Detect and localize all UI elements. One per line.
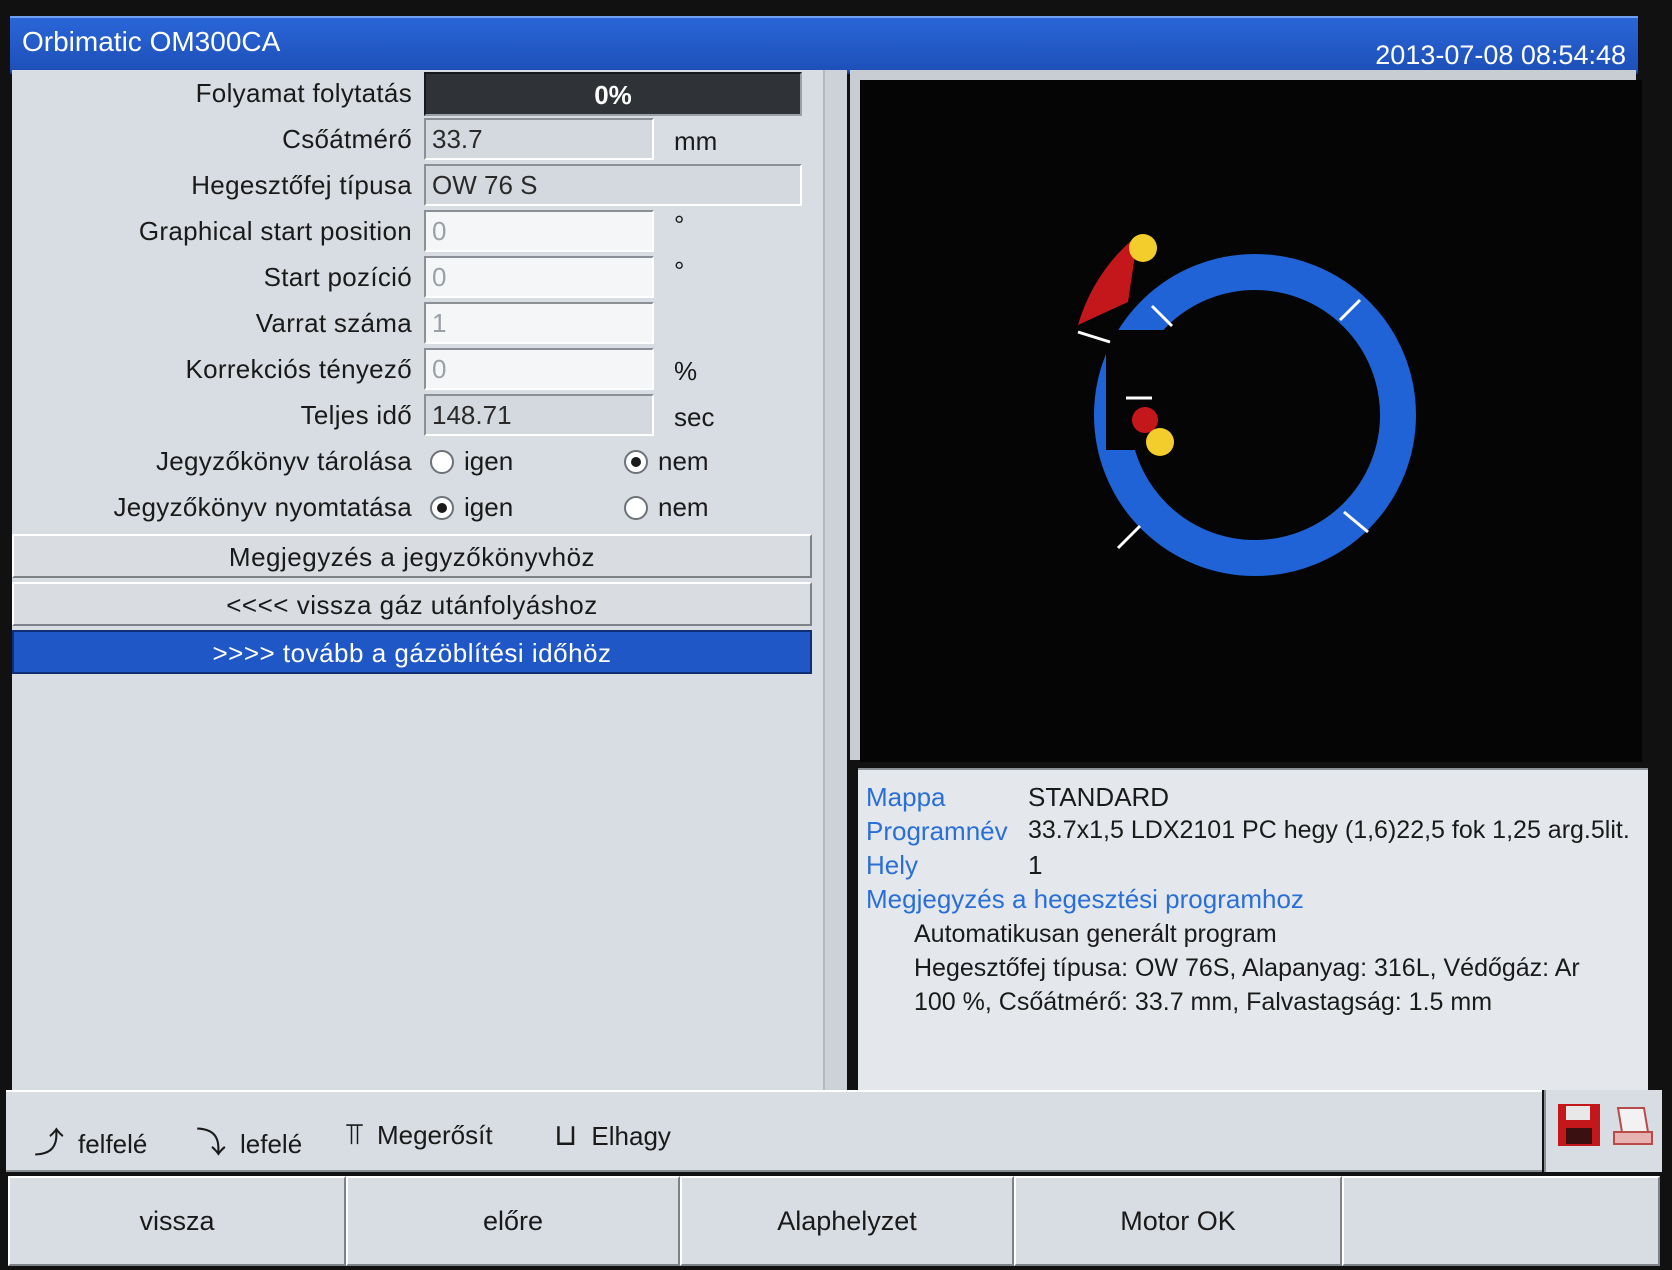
correction-row: Korrekciós tényező 0 %	[12, 348, 812, 394]
datetime: 2013-07-08 08:54:48	[1375, 40, 1626, 70]
program-note-label: Megjegyzés a hegesztési programhoz	[866, 884, 1304, 914]
hint-up-label: felfelé	[78, 1129, 148, 1159]
total-time-unit: sec	[674, 402, 715, 432]
program-name-label: Programnév	[866, 816, 1008, 846]
print-protocol-row: Jegyzőkönyv nyomtatása igen nem	[12, 486, 812, 532]
progress-bar: 0%	[424, 72, 802, 116]
place-value: 1	[1028, 850, 1043, 880]
graphical-start-input[interactable]: 0	[424, 210, 654, 252]
store-protocol-no-label: nem	[658, 446, 709, 476]
graphical-start-label: Graphical start position	[138, 216, 412, 246]
print-icon[interactable]	[1610, 1102, 1656, 1148]
end-marker-icon	[1146, 428, 1174, 456]
segment-tick	[1077, 330, 1111, 344]
store-protocol-label: Jegyzőkönyv tárolása	[155, 446, 412, 476]
key-hint-bar: ⤴ felfelé ⤵ lefelé ⫪ Megerősít ⊔ Elhagy	[6, 1090, 1542, 1172]
print-protocol-yes-label: igen	[464, 492, 514, 522]
save-icon[interactable]	[1556, 1102, 1602, 1148]
print-protocol-label: Jegyzőkönyv nyomtatása	[113, 492, 412, 522]
folder-label: Mappa	[866, 782, 946, 812]
progress-row: Folyamat folytatás 0%	[12, 72, 812, 118]
correction-input[interactable]: 0	[424, 348, 654, 390]
print-protocol-no-label: nem	[658, 492, 709, 522]
hint-confirm-label: Megerősít	[376, 1120, 493, 1150]
place-label: Hely	[866, 850, 919, 880]
protocol-note-button[interactable]: Megjegyzés a jegyzőkönyvhöz	[12, 534, 812, 578]
status-icons	[1544, 1090, 1662, 1172]
screen: Orbimatic OM300CA 2013-07-08 08:54:48 Fo…	[0, 0, 1672, 1270]
seam-number-label: Varrat száma	[255, 308, 412, 338]
progress-label: Folyamat folytatás	[195, 78, 412, 108]
start-position-unit: °	[674, 256, 685, 286]
seam-number-row: Varrat száma 1	[12, 302, 812, 348]
rotate-up-icon: ⤴	[34, 1127, 64, 1160]
weld-progress-segment	[1078, 235, 1138, 325]
parameter-panel: Folyamat folytatás 0% Csőátmérő 33.7 mm …	[12, 70, 847, 1090]
hint-down: ⤵ lefelé	[196, 1118, 302, 1162]
start-marker-icon	[1129, 234, 1157, 262]
seam-number-input[interactable]: 1	[424, 302, 654, 344]
function-key-motor[interactable]: Motor OK	[1014, 1176, 1342, 1266]
tube-diameter-unit: mm	[674, 126, 718, 156]
program-info-panel: Mappa STANDARD Programnév 33.7x1,5 LDX21…	[858, 768, 1648, 1090]
start-position-row: Start pozíció 0 °	[12, 256, 812, 302]
title-bar: Orbimatic OM300CA 2013-07-08 08:54:48	[10, 16, 1638, 74]
current-position-marker-icon	[1132, 407, 1158, 433]
total-time-field: 148.71	[424, 394, 654, 436]
hint-up: ⤴ felfelé	[34, 1118, 147, 1162]
program-note-line: 100 %, Csőátmérő: 33.7 mm, Falvastagság:…	[914, 988, 1493, 1016]
weld-ring-svg	[1077, 234, 1416, 576]
total-time-row: Teljes idő 148.71 sec	[12, 394, 812, 440]
hint-down-label: lefelé	[240, 1129, 303, 1159]
function-key-home[interactable]: Alaphelyzet	[680, 1176, 1014, 1266]
weld-graphic-frame	[850, 70, 1642, 762]
program-note-line: Hegesztőfej típusa: OW 76S, Alapanyag: 3…	[914, 954, 1580, 982]
graphical-start-row: Graphical start position 0 °	[12, 210, 812, 256]
correction-label: Korrekciós tényező	[185, 354, 412, 384]
store-protocol-no-radio[interactable]	[624, 450, 648, 474]
head-type-row: Hegesztőfej típusa OW 76 S	[12, 164, 812, 210]
hint-leave: ⊔ Elhagy	[554, 1118, 671, 1153]
correction-unit: %	[674, 356, 698, 386]
function-key-empty[interactable]	[1342, 1176, 1660, 1266]
store-protocol-yes-label: igen	[464, 446, 514, 476]
folder-value: STANDARD	[1028, 782, 1170, 812]
start-position-label: Start pozíció	[263, 262, 412, 292]
program-name-value: 33.7x1,5 LDX2101 PC hegy (1,6)22,5 fok 1…	[1028, 816, 1630, 844]
print-protocol-no-radio[interactable]	[624, 496, 648, 520]
program-note-line: Automatikusan generált program	[914, 920, 1277, 948]
tube-diameter-label: Csőátmérő	[282, 124, 412, 154]
next-to-purge-button[interactable]: >>>> tovább a gázöblítési időhöz	[12, 630, 812, 674]
head-type-label: Hegesztőfej típusa	[191, 170, 412, 200]
rotate-down-icon: ⤵	[196, 1127, 226, 1160]
segment-tick	[1116, 524, 1142, 550]
panel-scrollbar[interactable]	[823, 70, 847, 1090]
graphical-start-unit: °	[674, 210, 685, 240]
back-to-postflow-button[interactable]: <<<< vissza gáz utánfolyáshoz	[12, 582, 812, 626]
hint-leave-label: Elhagy	[591, 1121, 671, 1151]
hint-confirm: ⫪ Megerősít	[346, 1118, 493, 1152]
leave-key-icon: ⊔	[554, 1119, 578, 1152]
confirm-key-icon: ⫪	[346, 1118, 363, 1151]
print-protocol-yes-radio[interactable]	[430, 496, 454, 520]
function-key-forward[interactable]: előre	[346, 1176, 680, 1266]
tube-diameter-field: 33.7	[424, 118, 654, 160]
tube-diameter-row: Csőátmérő 33.7 mm	[12, 118, 812, 164]
head-type-field: OW 76 S	[424, 164, 802, 206]
store-protocol-row: Jegyzőkönyv tárolása igen nem	[12, 440, 812, 486]
weld-graphic	[860, 80, 1642, 762]
store-protocol-yes-radio[interactable]	[430, 450, 454, 474]
start-position-input[interactable]: 0	[424, 256, 654, 298]
total-time-label: Teljes idő	[300, 400, 412, 430]
app-title: Orbimatic OM300CA	[22, 26, 281, 57]
function-key-back[interactable]: vissza	[8, 1176, 346, 1266]
